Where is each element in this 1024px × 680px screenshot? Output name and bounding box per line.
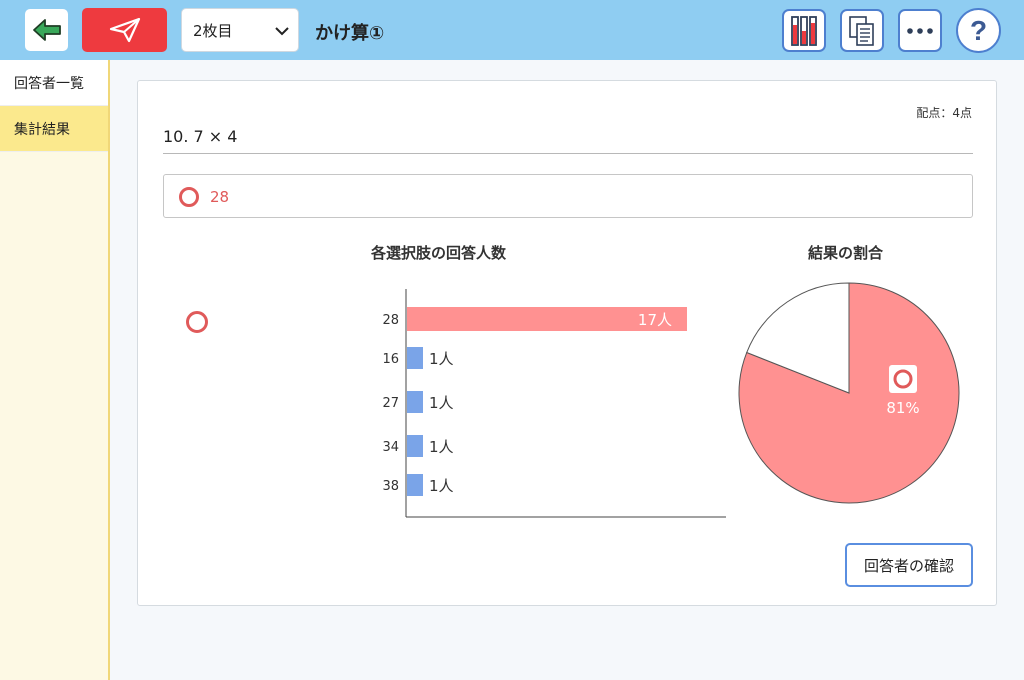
confirm-respondents-button[interactable]: 回答者の確認 [845,543,973,587]
sidebar-item-results[interactable]: 集計結果 [0,106,108,152]
bar-chart-title: 各選択肢の回答人数 [371,244,507,262]
top-toolbar: 2枚目 かけ算① ? [0,0,1024,60]
bar-stats-icon [791,15,817,46]
more-dots-icon [907,27,933,34]
bar-16 [407,347,423,369]
correct-circle-icon [186,311,208,333]
paper-plane-icon [109,17,140,43]
correct-answer-box: 28 [163,174,973,218]
bar-value-label: 1人 [429,477,454,495]
bar-tick-label: 38 [382,479,399,494]
pie-marker-box [889,365,917,393]
pie-chart-title: 結果の割合 [808,244,884,262]
more-button[interactable] [898,9,942,52]
copy-button[interactable] [840,9,884,52]
sidebar-item-label: 集計結果 [14,121,70,138]
bar-tick-label: 16 [382,352,399,367]
bar-38 [407,474,423,496]
send-button[interactable] [82,8,167,52]
sidebar-item-label: 回答者一覧 [14,75,84,92]
bar-value-label: 1人 [429,438,454,456]
bar-tick-label: 27 [382,396,399,411]
pie-chart: 81% [738,282,960,504]
correct-answer-value: 28 [210,188,230,206]
result-card: 配点：4点 10. 7 × 4 28 各選択肢の回答人数 結果の割合 28 17人… [137,80,997,606]
chevron-down-icon [275,27,289,36]
back-button[interactable] [25,9,68,51]
points-label: 配点：4点 [916,106,972,120]
bar-27 [407,391,423,413]
back-arrow-icon [32,19,61,41]
page-title: かけ算① [315,23,385,44]
divider [163,153,973,154]
bar-chart: 28 17人 16 1人 27 1人 34 1人 38 1人 [382,289,726,518]
sidebar: 回答者一覧 集計結果 [0,60,110,680]
bar-value-label: 1人 [429,394,454,412]
bar-34 [407,435,423,457]
sidebar-item-respondents[interactable]: 回答者一覧 [0,60,108,106]
question-text: 10. 7 × 4 [163,127,238,146]
bar-tick-label: 28 [382,313,399,328]
bar-value-label: 17人 [638,311,672,329]
stats-button[interactable] [782,9,826,52]
help-icon: ? [969,14,988,46]
help-button[interactable]: ? [956,8,1001,53]
bar-value-label: 1人 [429,350,454,368]
copy-document-icon [849,15,874,46]
sheet-select-value: 2枚目 [193,21,233,40]
pie-percent-label: 81% [886,399,919,417]
bar-tick-label: 34 [382,440,399,455]
correct-circle-icon [179,187,199,207]
sheet-select[interactable]: 2枚目 [181,8,299,52]
